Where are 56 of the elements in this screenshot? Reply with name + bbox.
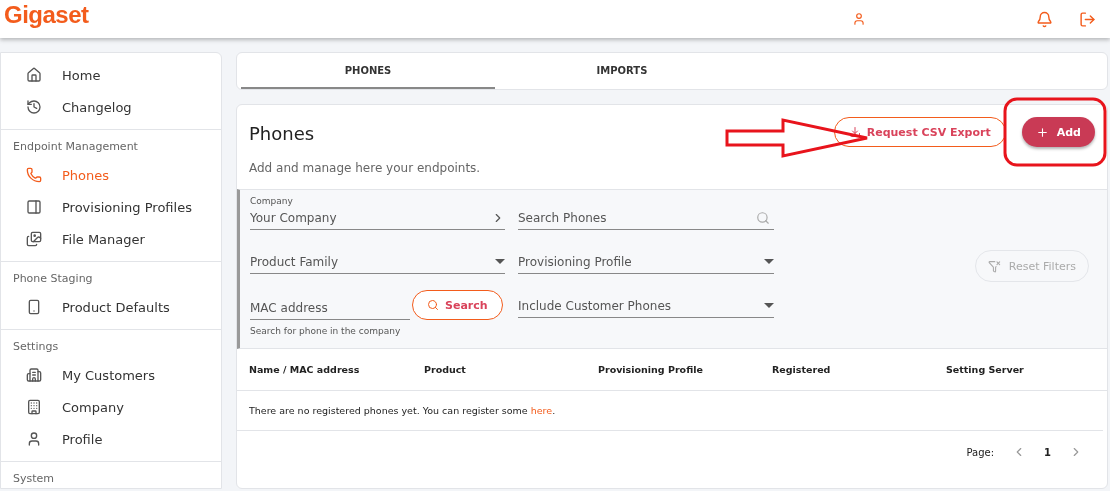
- column-header: Product: [424, 364, 467, 375]
- search-icon: [756, 211, 770, 225]
- search-field[interactable]: Search Phones: [518, 206, 774, 230]
- download-icon: [848, 126, 861, 138]
- search-icon: [427, 299, 439, 311]
- search-button[interactable]: Search: [412, 290, 503, 320]
- sidebar-section-title: System: [12, 472, 56, 487]
- phone-icon: [26, 167, 42, 183]
- filter-off-icon: [987, 259, 1001, 273]
- device-icon: [26, 299, 42, 315]
- field-label: Company: [250, 196, 294, 206]
- buildings-icon: [26, 367, 42, 383]
- export-button[interactable]: Request CSV Export: [833, 117, 1006, 147]
- sidebar-item[interactable]: File Manager: [1, 223, 221, 255]
- sidebar-item[interactable]: Provisioning Profiles: [1, 191, 221, 223]
- sidebar-section-title: Phone Staging: [12, 272, 94, 287]
- mac-address-field[interactable]: MAC address: [250, 296, 410, 320]
- logo: Gigaset: [4, 1, 89, 29]
- dropdown-caret-icon: [764, 302, 774, 309]
- field-hint: Search for phone in the company: [250, 326, 402, 336]
- home-icon: [26, 67, 42, 83]
- include-customers-dropdown[interactable]: Include Customer Phones: [518, 294, 774, 318]
- empty-message: There are no registered phones yet. You can register some here.: [237, 391, 1103, 431]
- tab[interactable]: IMPORTS: [495, 53, 749, 89]
- sidebar-item[interactable]: Product Defaults: [1, 291, 221, 323]
- dropdown-caret-icon: [764, 258, 774, 265]
- panel-icon: [26, 199, 42, 215]
- sidebar-section-title: Endpoint Management: [12, 140, 139, 155]
- card-subtitle: Add and manage here your endpoints.: [248, 160, 482, 177]
- column-header: Registered: [772, 364, 832, 375]
- product-family-dropdown[interactable]: Product Family: [250, 250, 505, 274]
- sidebar-item[interactable]: My Customers: [1, 359, 221, 391]
- add-button[interactable]: Add: [1021, 117, 1095, 147]
- building-icon: [26, 399, 42, 415]
- tab[interactable]: PHONES: [241, 53, 495, 89]
- history-icon: [26, 99, 42, 115]
- dropdown-caret-icon: [495, 258, 505, 265]
- column-header: Provisioning Profile: [598, 364, 704, 375]
- column-header: Setting Server: [946, 364, 1025, 375]
- column-header: Name / MAC address: [249, 364, 361, 375]
- sidebar-item[interactable]: Company: [1, 391, 221, 423]
- provisioning-profile-dropdown[interactable]: Provisioning Profile: [518, 250, 774, 274]
- page-number: 1: [1044, 446, 1051, 458]
- notification-bell-icon[interactable]: [1036, 10, 1053, 28]
- plus-icon: [1035, 125, 1049, 139]
- card-title: Phones: [249, 123, 315, 144]
- sidebar-section-title: Settings: [12, 340, 60, 355]
- sidebar-item[interactable]: Profile: [1, 423, 221, 455]
- user-icon[interactable]: [852, 12, 866, 26]
- images-icon: [26, 231, 42, 247]
- person-icon: [26, 431, 42, 447]
- logout-icon[interactable]: [1079, 10, 1096, 28]
- sidebar-item[interactable]: Home: [1, 59, 221, 91]
- company-field[interactable]: Your Company: [250, 206, 505, 230]
- sidebar-item[interactable]: Changelog: [1, 91, 221, 123]
- page-label: Page:: [966, 446, 995, 458]
